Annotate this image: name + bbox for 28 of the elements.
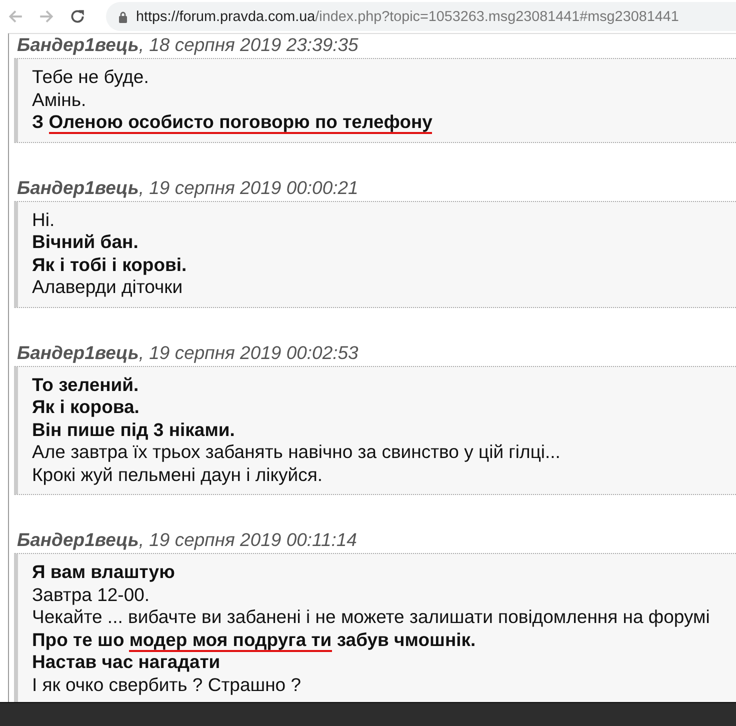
post-line: З Оленою особисто поговорю по телефону: [32, 111, 434, 134]
post-line: То зелений.: [32, 374, 140, 396]
post-line: Він пише під 3 ніками.: [32, 418, 236, 441]
post-line: Ні.: [32, 208, 56, 231]
post-line: Тебе не буде.: [32, 66, 150, 88]
address-bar[interactable]: https://forum.pravda.com.ua/index.php?topic=1053263.msg23081441#msg23081441: [106, 2, 736, 31]
reload-icon[interactable]: [69, 8, 86, 25]
post-line: Амінь.: [32, 88, 88, 111]
post-line: Настав час нагадати: [32, 651, 222, 674]
post-line: Вічний бан.: [32, 231, 140, 254]
post-header: Бандер1вець, 19 серпня 2019 00:02:53: [16, 342, 360, 365]
post-header: Бандер1вець, 18 серпня 2019 23:39:35: [16, 34, 360, 57]
post-line: Але завтра їх трьох забанять навічно за свинство у цій гілці...: [32, 441, 562, 464]
post-line: Завтра 12-00.: [32, 584, 151, 606]
post-header: Бандер1вець, 19 серпня 2019 00:11:14: [16, 529, 358, 552]
post-line: І як очко свербить ? Страшно ?: [32, 674, 302, 696]
back-icon[interactable]: [7, 8, 24, 25]
post-line: Я вам влаштую: [32, 561, 176, 584]
post-line: Як і корова.: [32, 396, 140, 418]
post-line: Чекайте ... вибачте ви забанені і не можете залишати повідомлення на форумі: [32, 606, 711, 628]
post-line: Як і тобі і корові.: [32, 254, 188, 276]
url-text: https://forum.pravda.com.ua/index.php?topic=1053263.msg23081441#msg23081441: [136, 8, 679, 24]
post-line: Алаверди діточки: [32, 276, 184, 298]
post-header: Бандер1вець, 19 серпня 2019 00:00:21: [16, 176, 360, 200]
post-line: Про те шо модер моя подруга ти забув чмошнік.: [32, 628, 477, 651]
forward-icon[interactable]: [38, 8, 55, 25]
post-line: Крокі жуй пельмені даун і лікуйся.: [32, 464, 324, 486]
lock-icon: [118, 10, 128, 22]
